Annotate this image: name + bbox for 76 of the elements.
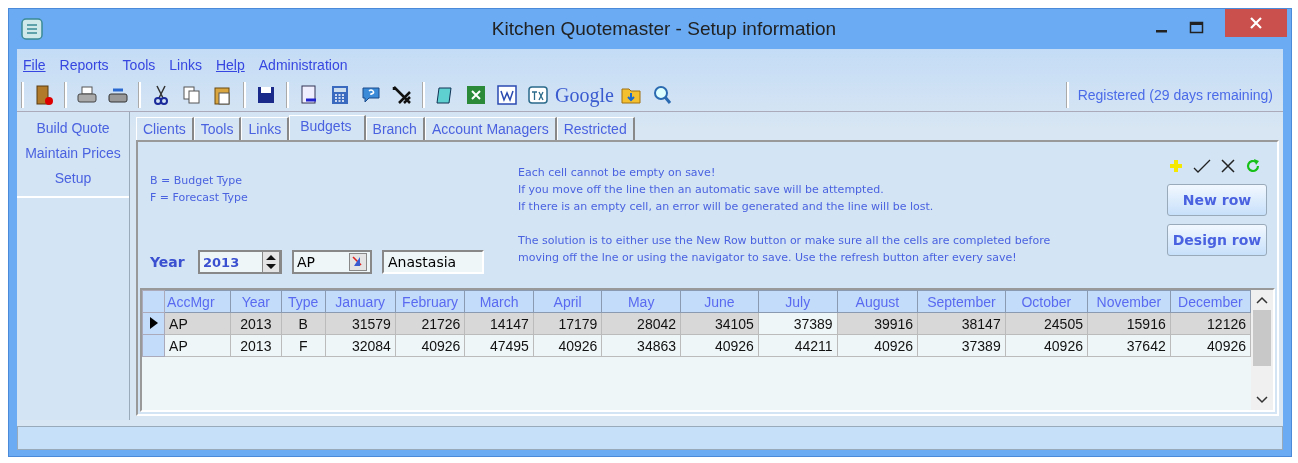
column-header[interactable]: December bbox=[1170, 290, 1251, 313]
tab[interactable]: Budgets bbox=[289, 115, 366, 140]
picker-icon[interactable] bbox=[349, 253, 367, 271]
calculator-icon[interactable] bbox=[329, 84, 351, 106]
sidebar-item[interactable]: Build Quote bbox=[36, 116, 110, 141]
table-cell: 40926 bbox=[533, 334, 602, 357]
sidebar-item[interactable]: Maintain Prices bbox=[25, 141, 121, 166]
column-header[interactable]: August bbox=[837, 290, 918, 313]
table-cell: F bbox=[281, 334, 325, 357]
note-text: If you move off the line then an automatic save will be attempted. bbox=[518, 182, 885, 198]
action-button[interactable]: New row bbox=[1167, 184, 1267, 216]
table-cell: 40926 bbox=[1170, 334, 1251, 357]
year-label: Year bbox=[150, 254, 186, 270]
table-cell: 40926 bbox=[837, 334, 918, 357]
table-cell: 34863 bbox=[601, 334, 681, 357]
note-text: If there is an empty cell, an error will be generated and the line will be lost. bbox=[518, 199, 935, 215]
year-spin-field[interactable]: 2013 bbox=[198, 250, 282, 274]
column-header[interactable]: January bbox=[325, 290, 396, 313]
printer-icon[interactable] bbox=[76, 84, 98, 106]
spin-arrows-icon[interactable] bbox=[262, 251, 280, 273]
diagonal-lines-icon[interactable] bbox=[391, 84, 413, 106]
menu-item[interactable]: File bbox=[23, 57, 46, 75]
menu-item[interactable]: Administration bbox=[258, 57, 348, 75]
legend-text: F = Forecast Type bbox=[150, 190, 249, 206]
menu-item[interactable]: Reports bbox=[59, 57, 109, 75]
scroll-down-icon[interactable] bbox=[1256, 396, 1268, 404]
exit-door-icon[interactable] bbox=[33, 84, 55, 106]
table-cell: 32084 bbox=[325, 334, 396, 357]
legend-text: B = Budget Type bbox=[150, 173, 244, 189]
maximize-icon[interactable] bbox=[1189, 21, 1205, 35]
close-icon bbox=[1249, 16, 1263, 30]
save-icon[interactable] bbox=[255, 84, 277, 106]
table-cell: 47495 bbox=[464, 334, 534, 357]
column-header[interactable]: Type bbox=[281, 290, 325, 313]
table-cell: 44211 bbox=[758, 334, 838, 357]
table-cell: 2013 bbox=[230, 334, 282, 357]
column-header[interactable]: March bbox=[464, 290, 534, 313]
menu-item[interactable]: Links bbox=[169, 57, 202, 75]
column-header[interactable]: Year bbox=[230, 290, 282, 313]
spreadsheet-icon[interactable] bbox=[465, 84, 487, 106]
table-cell: 40926 bbox=[1005, 334, 1088, 357]
menu-item[interactable]: Tools bbox=[122, 57, 156, 75]
app-icon bbox=[21, 18, 43, 40]
copy-icon[interactable] bbox=[181, 84, 203, 106]
column-header[interactable]: AccMgr bbox=[164, 290, 231, 313]
column-header[interactable]: May bbox=[601, 290, 681, 313]
check-icon[interactable] bbox=[1193, 159, 1211, 173]
sidebar-item[interactable]: Setup bbox=[54, 166, 92, 191]
manager-field[interactable]: AP bbox=[292, 250, 372, 274]
column-header[interactable]: February bbox=[395, 290, 465, 313]
text-file-icon[interactable] bbox=[527, 84, 549, 106]
menu-item[interactable]: Help bbox=[215, 57, 245, 75]
action-button[interactable]: Design row bbox=[1167, 224, 1267, 256]
window-title: Kitchen Quotemaster - Setup information bbox=[491, 18, 837, 40]
note-text: The solution is to either use the New Row button or make sure all the cells are completed before bbox=[518, 233, 1052, 249]
table-cell: AP bbox=[164, 334, 231, 357]
table-cell: 40926 bbox=[395, 334, 465, 357]
note-text: Each cell cannot be empty on save! bbox=[518, 165, 717, 181]
column-header[interactable]: November bbox=[1087, 290, 1171, 313]
column-header[interactable]: September bbox=[917, 290, 1006, 313]
vertical-scrollbar[interactable] bbox=[1251, 290, 1273, 410]
registration-status: Registered (29 days remaining) bbox=[1077, 87, 1274, 103]
table-cell: 40926 bbox=[680, 334, 759, 357]
document-icon[interactable] bbox=[496, 84, 518, 106]
column-header[interactable]: July bbox=[758, 290, 838, 313]
column-header[interactable]: April bbox=[533, 290, 602, 313]
close-button[interactable] bbox=[1225, 9, 1287, 37]
scroll-up-icon[interactable] bbox=[1256, 296, 1268, 304]
cancel-x-icon[interactable] bbox=[1221, 159, 1235, 173]
manager-name-field[interactable]: Anastasia bbox=[382, 250, 484, 274]
table-cell: 37389 bbox=[917, 334, 1006, 357]
google-link[interactable]: Google bbox=[555, 83, 614, 107]
table-cell: 37642 bbox=[1087, 334, 1171, 357]
column-header[interactable]: June bbox=[680, 290, 759, 313]
note-text: moving off the lne or using the navigator to save. Use the refresh button after every save! bbox=[518, 250, 1018, 266]
column-header[interactable]: October bbox=[1005, 290, 1088, 313]
